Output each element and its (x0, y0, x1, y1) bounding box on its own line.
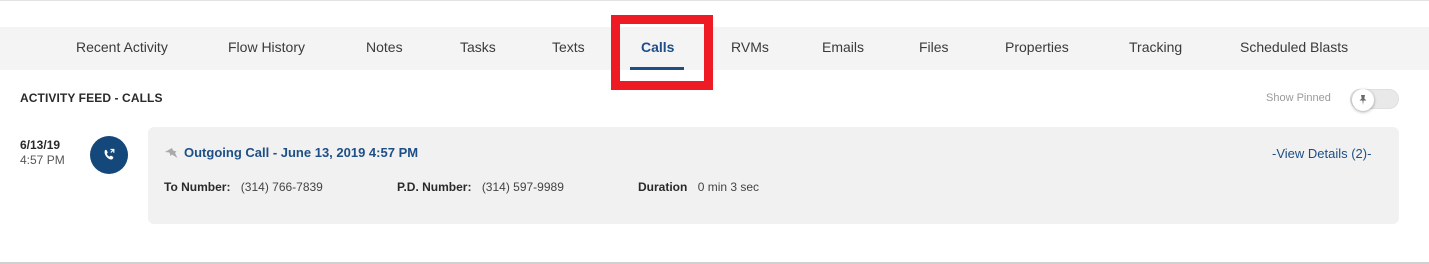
tab-emails[interactable]: Emails (822, 27, 864, 70)
tab-tasks[interactable]: Tasks (460, 27, 496, 70)
call-type-badge (90, 136, 128, 174)
pin-icon[interactable] (163, 146, 179, 160)
view-details-link[interactable]: -View Details (2)- (1272, 146, 1371, 161)
to-number-label: To Number: (164, 180, 231, 194)
tab-notes[interactable]: Notes (366, 27, 403, 70)
tab-scheduled-blasts[interactable]: Scheduled Blasts (1240, 27, 1348, 70)
feed-title: ACTIVITY FEED - CALLS (20, 91, 163, 105)
tab-texts[interactable]: Texts (552, 27, 585, 70)
tab-properties[interactable]: Properties (1005, 27, 1069, 70)
tab-recent-activity[interactable]: Recent Activity (76, 27, 168, 70)
duration-field: Duration 0 min 3 sec (638, 180, 759, 194)
bottom-divider (0, 260, 1429, 264)
duration-value: 0 min 3 sec (697, 180, 760, 194)
tab-bar: Recent Activity Flow History Notes Tasks… (0, 27, 1429, 70)
pin-icon (1359, 95, 1367, 105)
tab-files[interactable]: Files (919, 27, 949, 70)
entry-time: 4:57 PM (20, 153, 65, 167)
to-number-value: (314) 766-7839 (240, 180, 323, 194)
tab-tracking[interactable]: Tracking (1129, 27, 1182, 70)
active-tab-indicator (630, 67, 684, 70)
call-title-link[interactable]: Outgoing Call - June 13, 2019 4:57 PM (184, 145, 418, 160)
entry-date: 6/13/19 (20, 138, 61, 152)
show-pinned-label: Show Pinned (1266, 92, 1331, 104)
tab-flow-history[interactable]: Flow History (228, 27, 305, 70)
show-pinned-toggle[interactable] (1350, 89, 1399, 111)
phone-icon (104, 148, 115, 160)
pd-number-field: P.D. Number: (314) 597-9989 (397, 180, 564, 194)
toggle-knob (1352, 89, 1374, 111)
pd-number-value: (314) 597-9989 (481, 180, 564, 194)
pd-number-label: P.D. Number: (397, 180, 472, 194)
tab-rvms[interactable]: RVMs (731, 27, 769, 70)
top-divider (0, 0, 1429, 3)
activity-card (148, 127, 1399, 224)
to-number-field: To Number: (314) 766-7839 (164, 180, 323, 194)
duration-label: Duration (638, 180, 688, 194)
tab-calls[interactable]: Calls (641, 27, 674, 70)
